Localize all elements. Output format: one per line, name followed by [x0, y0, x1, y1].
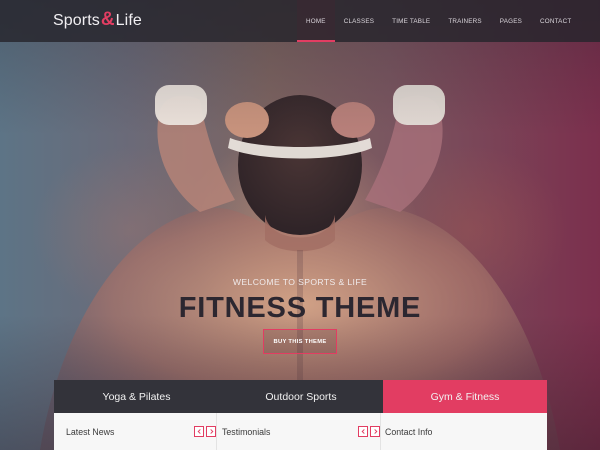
nav-item-contact[interactable]: CONTACT	[531, 0, 580, 42]
info-panels: Latest News Testimonials Contact Info	[54, 413, 547, 450]
logo-text-sports: Sports	[53, 12, 100, 29]
nav-item-trainers[interactable]: TRAINERS	[439, 0, 490, 42]
chevron-right-icon	[373, 429, 377, 434]
contact-info-panel: Contact Info	[381, 413, 547, 450]
news-prev-button[interactable]	[194, 426, 204, 437]
tab-gym-fitness[interactable]: Gym & Fitness	[383, 380, 547, 413]
category-tabs: Yoga & Pilates Outdoor Sports Gym & Fitn…	[54, 380, 547, 413]
chevron-right-icon	[209, 429, 213, 434]
chevron-left-icon	[197, 429, 201, 434]
site-header: Sports&Life HOME CLASSES TIME TABLE TRAI…	[0, 0, 600, 42]
nav-item-home[interactable]: HOME	[297, 0, 335, 42]
main-nav: HOME CLASSES TIME TABLE TRAINERS PAGES C…	[297, 0, 580, 42]
nav-item-pages[interactable]: PAGES	[491, 0, 531, 42]
news-next-button[interactable]	[206, 426, 216, 437]
nav-item-time-table[interactable]: TIME TABLE	[383, 0, 439, 42]
testimonials-prev-button[interactable]	[358, 426, 368, 437]
latest-news-title: Latest News	[66, 427, 115, 437]
nav-item-classes[interactable]: CLASSES	[335, 0, 383, 42]
hero-headline: FITNESS THEME	[178, 292, 422, 324]
testimonials-title: Testimonials	[222, 427, 271, 437]
tab-outdoor-sports[interactable]: Outdoor Sports	[219, 380, 383, 413]
hero-welcome: WELCOME TO SPORTS & LIFE	[232, 277, 368, 287]
testimonials-next-button[interactable]	[370, 426, 380, 437]
chevron-left-icon	[361, 429, 365, 434]
logo-text-life: Life	[115, 12, 142, 29]
testimonials-panel: Testimonials	[217, 413, 381, 450]
site-logo[interactable]: Sports&Life	[53, 9, 142, 31]
tab-yoga-pilates[interactable]: Yoga & Pilates	[54, 380, 219, 413]
testimonials-arrows	[358, 426, 380, 437]
buy-theme-button[interactable]: BUY THIS THEME	[263, 329, 337, 354]
contact-info-title: Contact Info	[385, 427, 433, 437]
news-arrows	[194, 426, 216, 437]
logo-ampersand: &	[100, 9, 115, 30]
latest-news-panel: Latest News	[54, 413, 217, 450]
